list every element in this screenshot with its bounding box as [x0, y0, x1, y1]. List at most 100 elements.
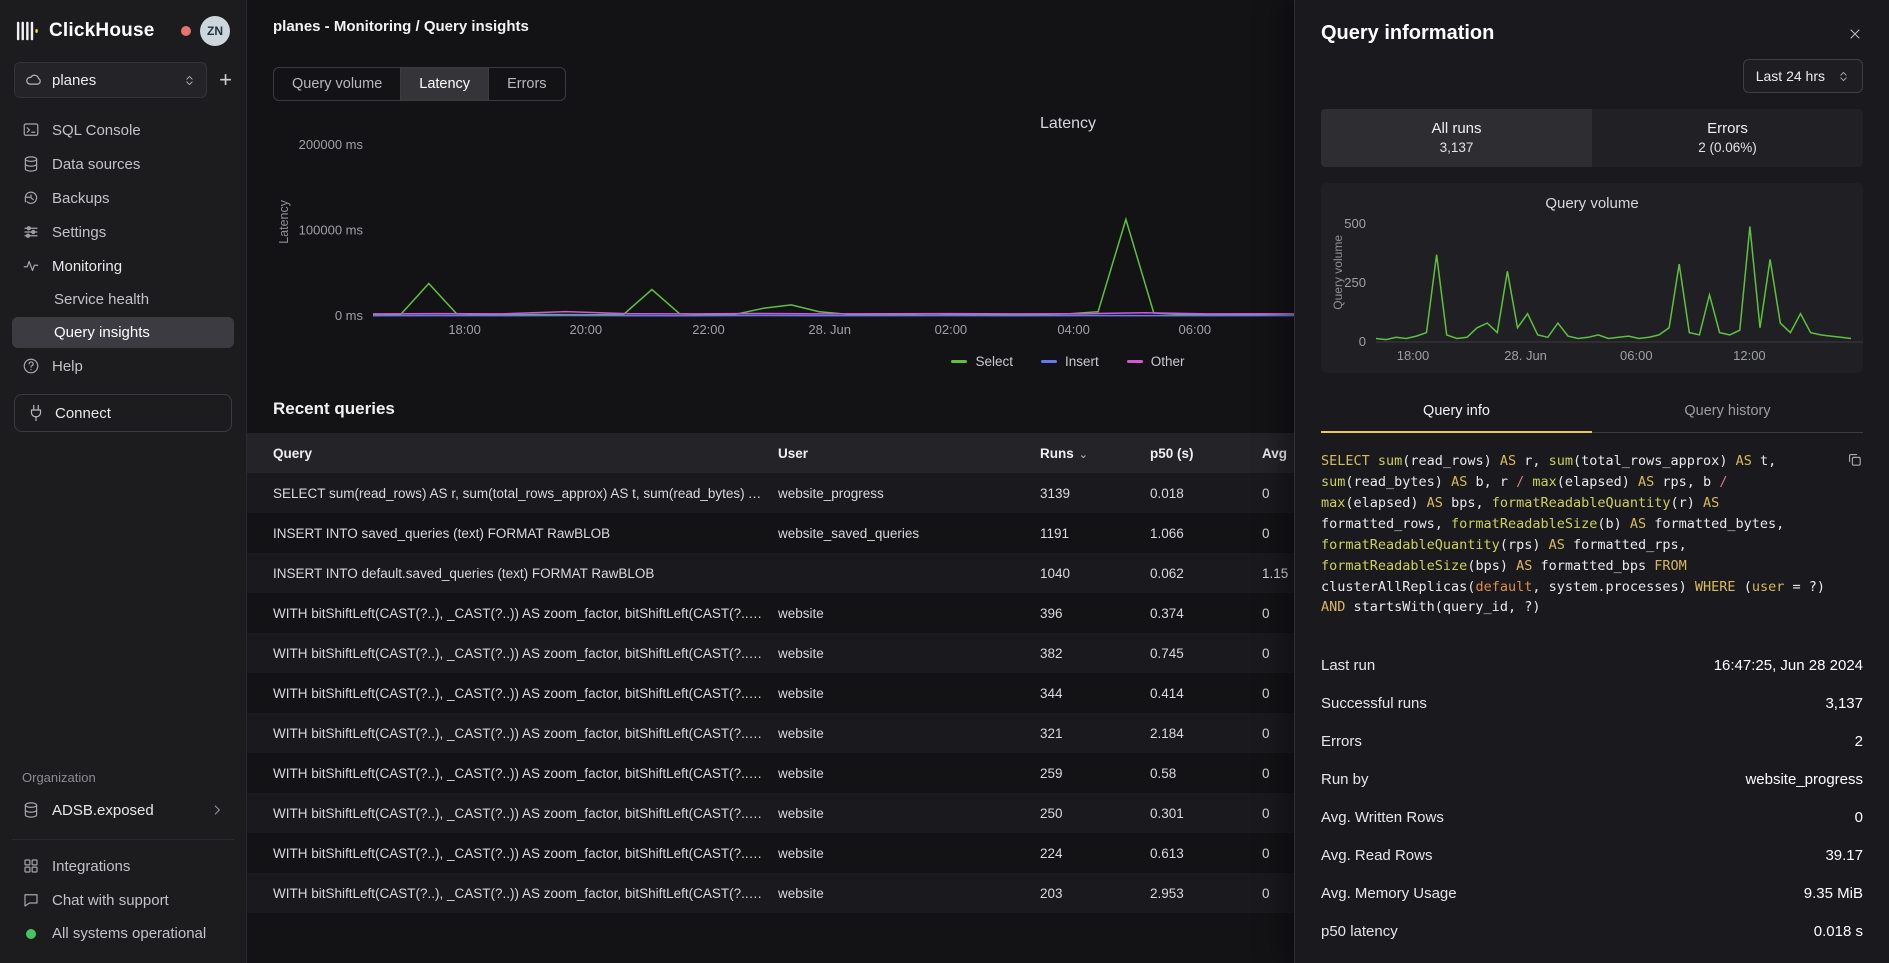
cell-p50: 0.374	[1150, 606, 1262, 621]
stat-tab-all-runs[interactable]: All runs3,137	[1321, 109, 1592, 167]
tab-query-info[interactable]: Query info	[1321, 391, 1592, 433]
detail-value: 0	[1855, 809, 1863, 826]
detail-value: website_progress	[1745, 771, 1863, 788]
tab-query-history[interactable]: Query history	[1592, 391, 1863, 432]
svg-text:18:00: 18:00	[1397, 348, 1430, 363]
sidebar-item-settings[interactable]: Settings	[12, 216, 234, 248]
sidebar-item-backups[interactable]: Backups	[12, 182, 234, 214]
label: Other	[1151, 354, 1185, 369]
label: Settings	[52, 224, 106, 241]
label: Integrations	[52, 858, 130, 875]
cell-runs: 3139	[1040, 486, 1150, 501]
detail-row-p50-latency: p50 latency0.018 s	[1321, 912, 1863, 950]
svg-text:06:00: 06:00	[1620, 348, 1653, 363]
svg-text:02:00: 02:00	[935, 322, 968, 337]
sidebar-item-chat-with-support[interactable]: Chat with support	[12, 884, 234, 916]
plug-icon	[27, 404, 45, 422]
svg-text:0: 0	[1359, 334, 1366, 349]
column-header-user[interactable]: User	[778, 446, 1040, 461]
stat-tab-errors[interactable]: Errors2 (0.06%)	[1592, 109, 1863, 167]
sidebar-item-help[interactable]: Help	[12, 350, 234, 382]
cell-p50: 0.745	[1150, 646, 1262, 661]
legend-item-insert[interactable]: Insert	[1041, 354, 1099, 369]
organization-selector[interactable]: ADSB.exposed	[12, 793, 234, 827]
close-icon[interactable]	[1847, 26, 1863, 42]
copy-icon[interactable]	[1846, 451, 1863, 468]
sidebar-item-sql-console[interactable]: SQL Console	[12, 114, 234, 146]
organization-label: Organization	[12, 770, 234, 793]
cell-runs: 382	[1040, 646, 1150, 661]
cell-runs: 321	[1040, 726, 1150, 741]
svg-text:100000 ms: 100000 ms	[299, 223, 364, 238]
cell-query: INSERT INTO saved_queries (text) FORMAT …	[273, 526, 778, 541]
sidebar: ClickHouse ZN planes + SQL ConsoleData s…	[0, 0, 247, 963]
sort-caret-icon: ⌄	[1074, 449, 1088, 461]
sliders-icon	[22, 223, 40, 241]
detail-label: Errors	[1321, 733, 1362, 750]
time-range-select[interactable]: Last 24 hrs	[1743, 59, 1863, 93]
svg-text:500: 500	[1344, 216, 1366, 231]
cell-user: website	[778, 726, 1040, 741]
sidebar-item-service-health[interactable]: Service health	[12, 284, 234, 315]
cell-p50: 0.414	[1150, 686, 1262, 701]
svg-text:20:00: 20:00	[570, 322, 603, 337]
svg-text:28. Jun: 28. Jun	[808, 322, 851, 337]
cell-p50: 0.062	[1150, 566, 1262, 581]
column-header-p50-s[interactable]: p50 (s)	[1150, 446, 1262, 461]
panel-title: Query information	[1321, 22, 1494, 45]
connect-button[interactable]: Connect	[14, 394, 232, 432]
detail-row-last-run: Last run16:47:25, Jun 28 2024	[1321, 646, 1863, 684]
tab-errors[interactable]: Errors	[489, 68, 564, 100]
terminal-icon	[22, 121, 40, 139]
breadcrumb-title: planes - Monitoring / Query insights	[273, 18, 529, 35]
database-icon	[22, 155, 40, 173]
sidebar-item-monitoring[interactable]: Monitoring	[12, 250, 234, 282]
detail-value: 2	[1855, 733, 1863, 750]
service-icon	[25, 71, 43, 89]
sidebar-nav: SQL ConsoleData sourcesBackups Settings Mo…	[12, 114, 234, 382]
detail-row-avg-written-rows: Avg. Written Rows0	[1321, 798, 1863, 836]
stats-tabs: All runs3,137Errors2 (0.06%)	[1321, 109, 1863, 167]
chevron-updown-icon	[1837, 70, 1850, 83]
detail-row-errors: Errors 2	[1321, 722, 1863, 760]
cell-user: website	[778, 606, 1040, 621]
sql-query-block: SELECT sum(read_rows) AS r, sum(total_ro…	[1321, 451, 1863, 618]
cell-runs: 1191	[1040, 526, 1150, 541]
cell-user: website	[778, 886, 1040, 901]
cell-runs: 224	[1040, 846, 1150, 861]
cell-user: website	[778, 846, 1040, 861]
detail-row-run-by: Run bywebsite_progress	[1321, 760, 1863, 798]
service-selector[interactable]: planes	[14, 62, 207, 98]
sidebar-item-integrations[interactable]: Integrations	[12, 850, 234, 882]
clickhouse-logo-icon[interactable]	[16, 19, 40, 43]
detail-value: 39.17	[1825, 847, 1863, 864]
sidebar-item-all-systems-operational[interactable]: All systems operational	[12, 918, 234, 949]
column-header-query[interactable]: Query	[273, 446, 778, 461]
user-avatar[interactable]: ZN	[200, 16, 230, 46]
stat-label: Errors	[1592, 120, 1863, 137]
app-root: ClickHouse ZN planes + SQL ConsoleData s…	[0, 0, 1889, 963]
cell-query: WITH bitShiftLeft(CAST(?..), _CAST(?..))…	[273, 846, 778, 861]
history-icon	[22, 189, 40, 207]
column-header-runs[interactable]: Runs⌄	[1040, 446, 1150, 461]
sidebar-item-data-sources[interactable]: Data sources	[12, 148, 234, 180]
detail-label: Last run	[1321, 657, 1375, 674]
detail-value: 3,137	[1825, 695, 1863, 712]
time-range-value: Last 24 hrs	[1756, 68, 1825, 84]
help-icon	[22, 357, 40, 375]
label: Select	[975, 354, 1013, 369]
notification-dot[interactable]	[181, 26, 191, 36]
status-dot-icon	[26, 929, 36, 939]
tab-query-volume[interactable]: Query volume	[274, 68, 401, 100]
cell-query: WITH bitShiftLeft(CAST(?..), _CAST(?..))…	[273, 806, 778, 821]
legend-item-other[interactable]: Other	[1127, 354, 1185, 369]
brand-name: ClickHouse	[49, 20, 154, 42]
view-tabs: Query volumeLatencyErrors	[273, 67, 566, 101]
legend-item-select[interactable]: Select	[951, 354, 1013, 369]
add-service-button[interactable]: +	[219, 69, 232, 91]
query-volume-chart-canvas[interactable]: 025050018:0028. Jun06:0012:00	[1321, 216, 1863, 368]
tab-latency[interactable]: Latency	[401, 68, 489, 100]
panel-header: Query information	[1321, 0, 1863, 53]
sidebar-item-query-insights[interactable]: Query insights	[12, 317, 234, 348]
cell-user: website_saved_queries	[778, 526, 1040, 541]
